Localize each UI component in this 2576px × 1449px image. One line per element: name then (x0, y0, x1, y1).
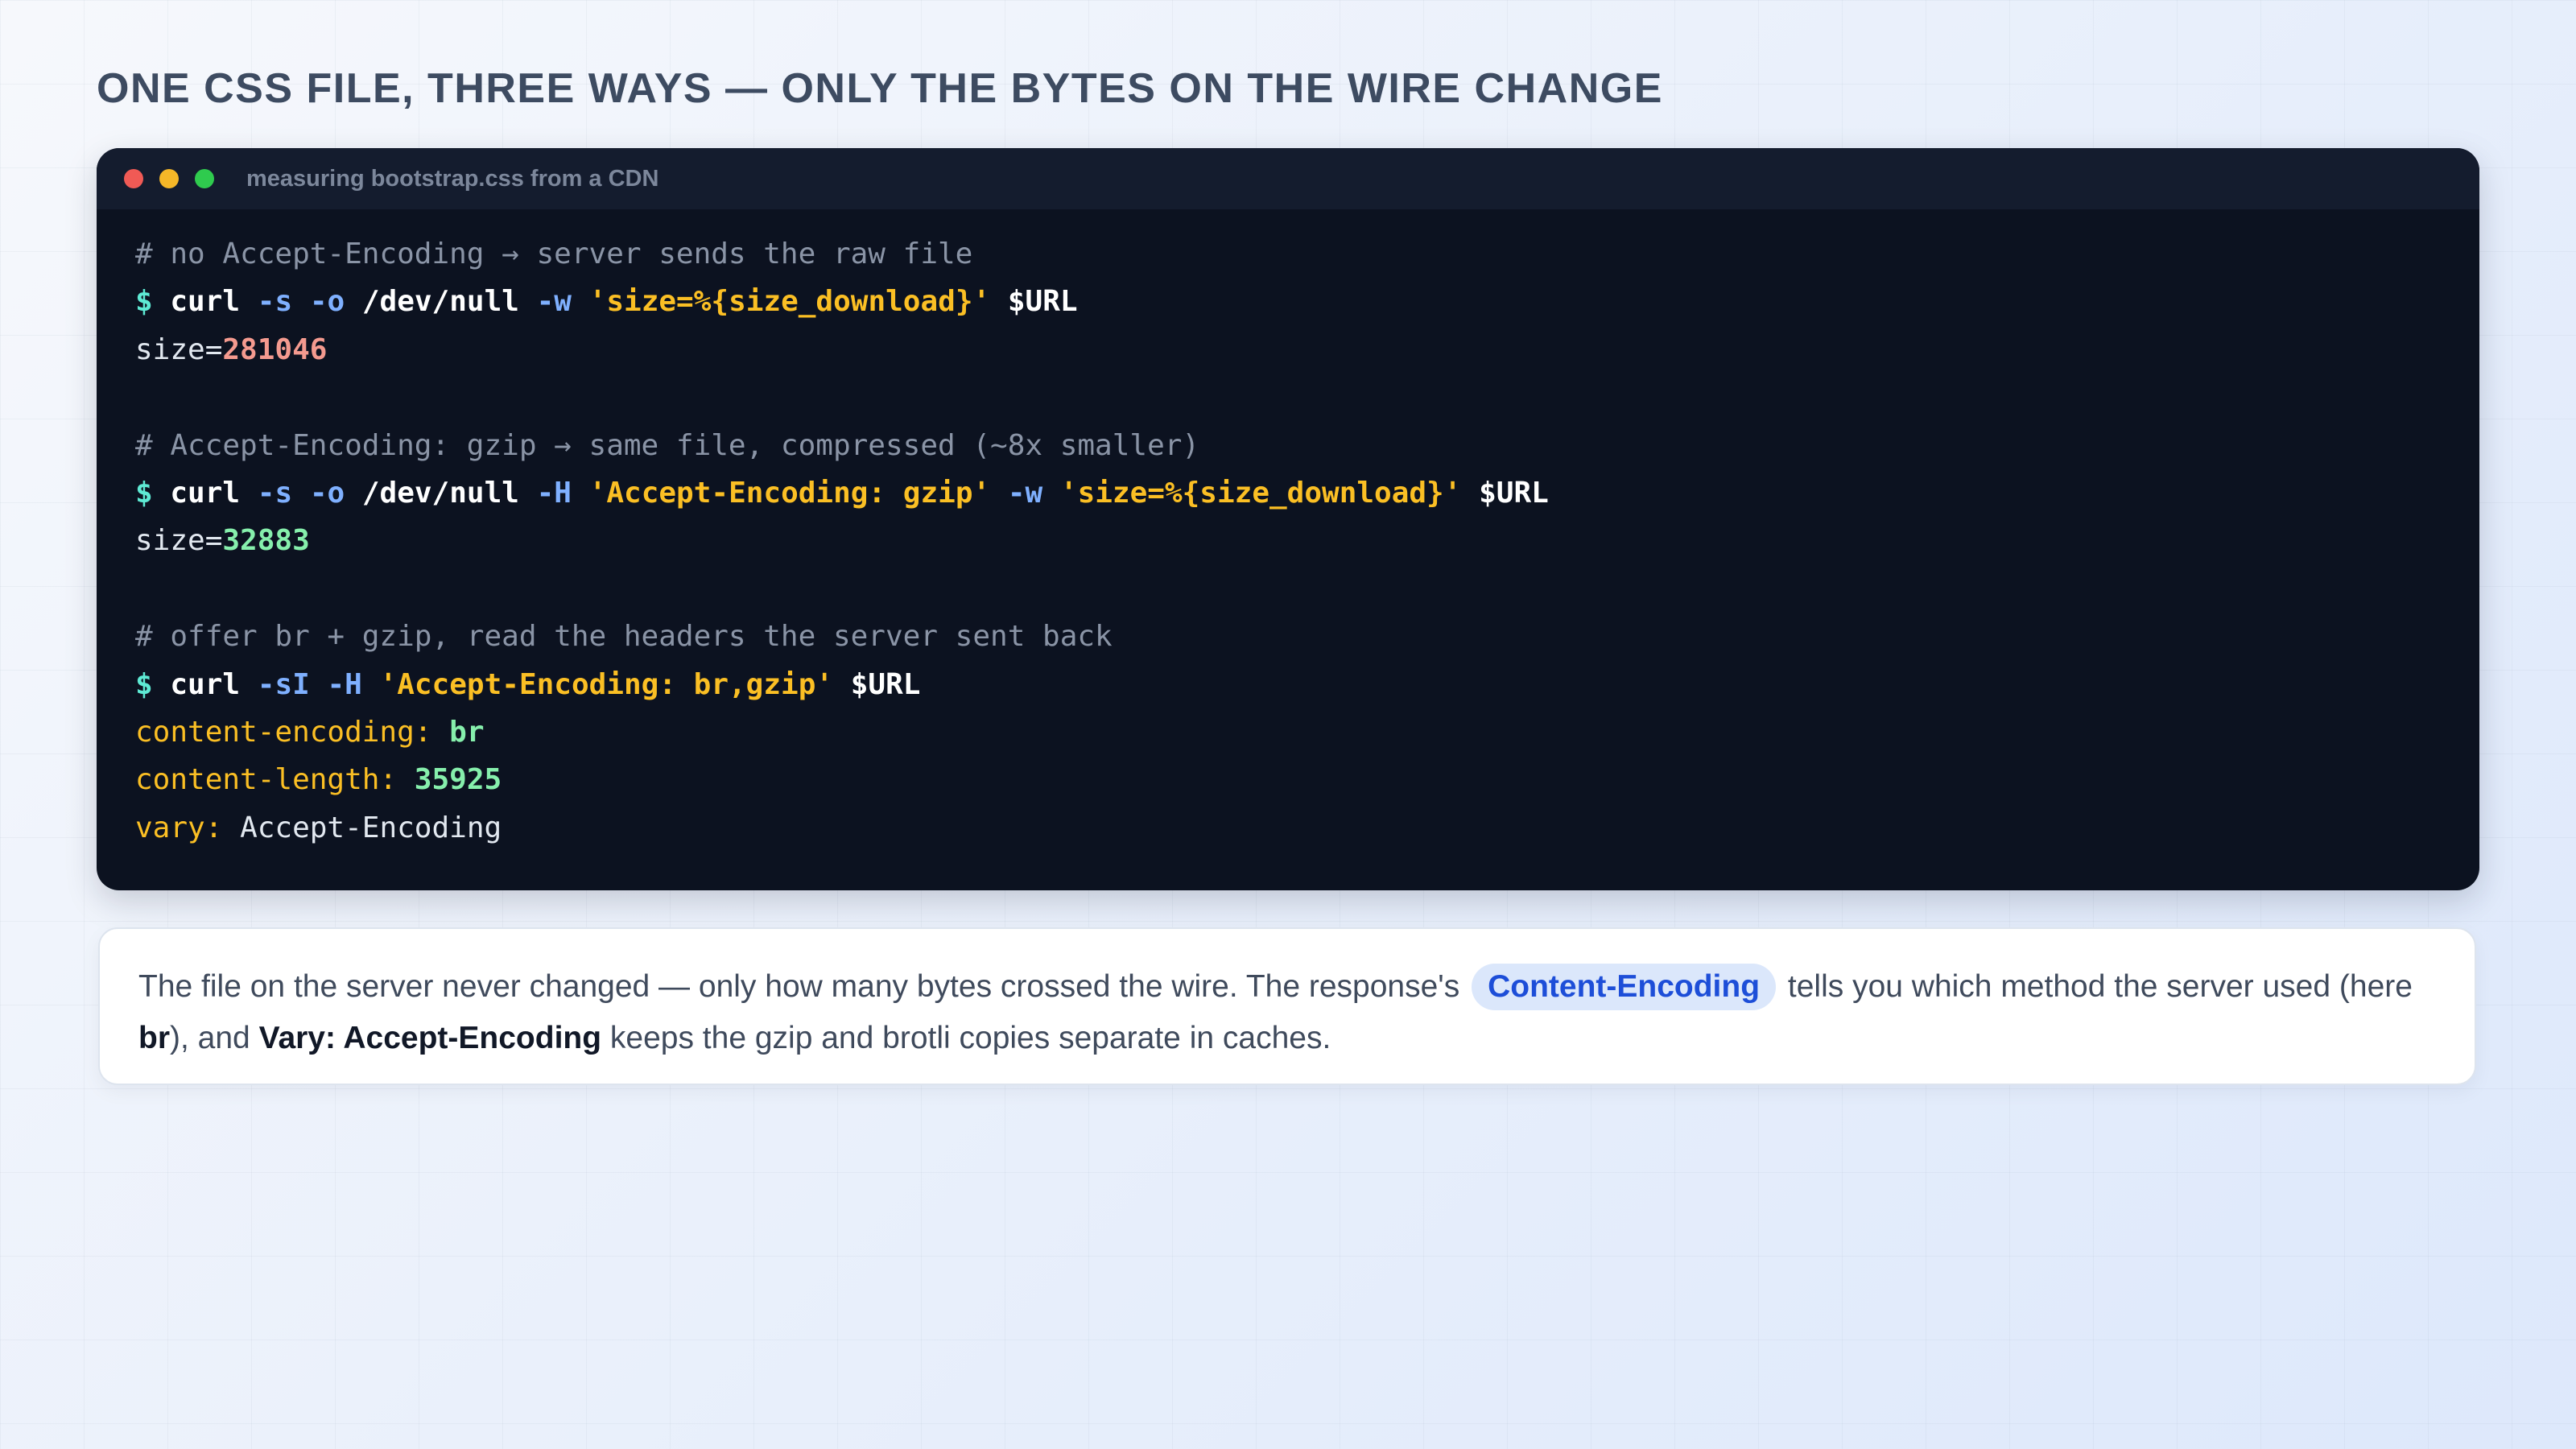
comment-line-1: # no Accept-Encoding → server sends the … (135, 237, 973, 270)
output-path: /dev/null (361, 476, 519, 510)
terminal-title: measuring bootstrap.css from a CDN (246, 165, 659, 192)
terminal-title-bar: measuring bootstrap.css from a CDN (97, 148, 2479, 209)
command-line-2: $ curl -s -o /dev/null -H 'Accept-Encodi… (135, 469, 2441, 517)
terminal-body: # no Accept-Encoding → server sends the … (97, 209, 2479, 852)
header-value: br (449, 715, 485, 749)
header-key: vary: (135, 811, 223, 844)
response-header-length: content-length: 35925 (135, 756, 2441, 803)
header-string: 'Accept-Encoding: gzip' (588, 476, 991, 510)
header-key: content-length: (135, 763, 398, 797)
flag: -H (327, 667, 362, 701)
response-header-encoding: content-encoding: br (135, 708, 2441, 756)
url-variable: $URL (1007, 285, 1078, 319)
output-line-2: size=32883 (135, 517, 2441, 564)
note-text: tells you which method the server used (… (1787, 969, 2413, 1004)
header-key: content-encoding: (135, 715, 432, 749)
comment-line-2: # Accept-Encoding: gzip → same file, com… (135, 428, 1200, 462)
command-name: curl (170, 667, 241, 701)
size-value-gzip: 32883 (222, 524, 310, 558)
format-string: 'size=%{size_download}' (1059, 476, 1462, 510)
output-label: size= (135, 332, 223, 366)
flag: -s (257, 285, 293, 319)
flag: -o (309, 285, 345, 319)
size-value-raw: 281046 (222, 332, 328, 366)
note-emphasis-br: br (138, 1021, 170, 1055)
flag: -o (309, 476, 345, 510)
note-text: keeps the gzip and brotli copies separat… (609, 1021, 1331, 1055)
page-title: ONE CSS FILE, THREE WAYS — ONLY THE BYTE… (97, 65, 1663, 112)
response-header-vary: vary: Accept-Encoding (135, 804, 2441, 852)
note-emphasis-vary: Vary: Accept-Encoding (258, 1021, 602, 1055)
close-window-dot[interactable] (124, 169, 143, 188)
header-string: 'Accept-Encoding: br,gzip' (379, 667, 834, 701)
minimize-window-dot[interactable] (159, 169, 179, 188)
flag: -H (536, 476, 572, 510)
command-line-3: $ curl -sI -H 'Accept-Encoding: br,gzip'… (135, 661, 2441, 708)
content-encoding-pill: Content-Encoding (1472, 964, 1777, 1010)
explanation-note: The file on the server never changed — o… (98, 927, 2476, 1085)
comment-line-3: # offer br + gzip, read the headers the … (135, 620, 1113, 654)
url-variable: $URL (1479, 476, 1549, 510)
flag: -sI (257, 667, 310, 701)
prompt-symbol: $ (135, 285, 153, 319)
note-text: ), and (170, 1021, 250, 1055)
flag: -w (536, 285, 572, 319)
command-name: curl (170, 285, 241, 319)
note-text: The file on the server never changed — o… (138, 969, 1460, 1004)
command-line-1: $ curl -s -o /dev/null -w 'size=%{size_d… (135, 278, 2441, 325)
url-variable: $URL (850, 667, 921, 701)
prompt-symbol: $ (135, 476, 153, 510)
output-label: size= (135, 524, 223, 558)
output-line-1: size=281046 (135, 326, 2441, 374)
command-name: curl (170, 476, 241, 510)
header-value: 35925 (414, 763, 502, 797)
output-path: /dev/null (361, 285, 519, 319)
terminal-window: measuring bootstrap.css from a CDN # no … (97, 148, 2479, 890)
header-value: Accept-Encoding (240, 811, 502, 844)
flag: -s (257, 476, 293, 510)
prompt-symbol: $ (135, 667, 153, 701)
maximize-window-dot[interactable] (195, 169, 214, 188)
flag: -w (1007, 476, 1043, 510)
format-string: 'size=%{size_download}' (588, 285, 991, 319)
